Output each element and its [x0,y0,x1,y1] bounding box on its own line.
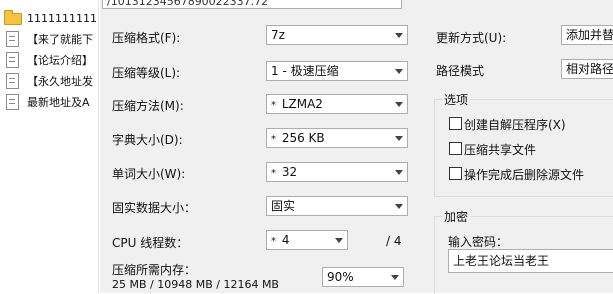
chevron-down-icon [395,69,403,74]
compression-format-value: 7z [271,28,285,42]
document-icon [6,94,19,110]
tree-item-label: 【论坛介绍】 [27,54,93,67]
sfx-label: 创建自解压程序(X) [464,118,566,132]
word-size-label: 单词大小(W): [112,167,186,181]
compression-format-label: 压缩格式(F): [112,31,181,45]
update-mode-select[interactable]: 添加并替 [561,25,613,45]
tree-item-file[interactable]: 【论坛介绍】 [4,51,98,69]
folder-icon [4,10,22,25]
update-mode-value: 添加并替 [566,28,613,42]
memory-percent-value: 90% [327,270,354,284]
tree-item-label: 【永久地址发 [27,75,93,88]
encryption-title: 加密 [442,208,471,225]
memory-label: 压缩所需内存： [112,263,197,277]
compression-format-select[interactable]: 7z [266,25,408,45]
chevron-down-icon [391,275,399,280]
tree-item-label: 1111111111 [27,11,97,25]
update-mode-label: 更新方式(U): [436,31,507,45]
password-label: 输入密码： [448,235,509,249]
word-size-select[interactable]: * 32 [266,162,408,182]
chevron-down-icon [395,102,403,107]
compression-level-select[interactable]: 1 - 极速压缩 [266,61,408,81]
shared-files-label: 压缩共享文件 [464,143,537,157]
path-mode-select[interactable]: 相对路径 [561,59,613,79]
cpu-threads-value: 4 [281,233,290,247]
archive-path-input[interactable]: /10131234567890022337.72 [102,0,402,9]
tree-item-label: 【来了就能下 [27,33,93,46]
memory-detail: 25 MB / 10948 MB / 12164 MB [112,278,279,291]
tree-item-file[interactable]: 【永久地址发 [4,72,98,90]
compression-method-value: LZMA2 [281,97,323,111]
solid-block-size-select[interactable]: 固实 [266,196,408,216]
star-glyph: * [271,168,276,179]
dictionary-size-select[interactable]: * 256 KB [266,128,408,148]
word-size-value: 32 [281,165,298,179]
chevron-down-icon [395,33,403,38]
compression-level-value: 1 - 极速压缩 [271,64,339,78]
document-icon [6,52,19,68]
compression-method-select[interactable]: * LZMA2 [266,94,408,114]
chevron-down-icon [335,238,343,243]
tree-item-file[interactable]: 【来了就能下 [4,30,98,48]
dictionary-size-value: 256 KB [281,131,325,145]
document-icon [6,73,19,89]
password-input[interactable]: 上老王论坛当老王 [448,249,613,273]
tree-item-folder[interactable]: 1111111111 [4,9,98,27]
cpu-threads-label: CPU 线程数： [112,236,189,250]
dictionary-size-label: 字典大小(D): [112,133,183,147]
tree-item-file[interactable]: 最新地址及A [4,93,98,111]
shared-files-checkbox[interactable] [449,142,462,155]
solid-block-size-label: 固实数据大小： [112,201,197,215]
options-title: 选项 [442,91,471,108]
chevron-down-icon [395,170,403,175]
sfx-checkbox[interactable] [449,117,462,130]
compression-level-label: 压缩等级(L): [112,66,181,80]
star-glyph: * [271,134,276,145]
cpu-threads-select[interactable]: * 4 [266,230,348,250]
memory-percent-select[interactable]: 90% [322,267,404,287]
path-mode-label: 路径模式 [436,64,485,78]
explorer-panel: 1111111111 【来了就能下 【论坛介绍】 【永久地址发 最新地址及A [0,0,99,293]
solid-block-size-value: 固实 [271,199,296,213]
delete-after-label: 操作完成后删除源文件 [464,168,585,182]
path-mode-value: 相对路径 [566,62,613,76]
delete-after-checkbox[interactable] [449,167,462,180]
star-glyph: * [271,236,276,247]
chevron-down-icon [395,204,403,209]
star-glyph: * [271,100,276,111]
document-icon [6,31,19,47]
cpu-threads-max: / 4 [386,234,402,248]
compression-method-label: 压缩方法(M): [112,99,184,113]
tree-item-label: 最新地址及A [27,96,90,109]
chevron-down-icon [395,136,403,141]
